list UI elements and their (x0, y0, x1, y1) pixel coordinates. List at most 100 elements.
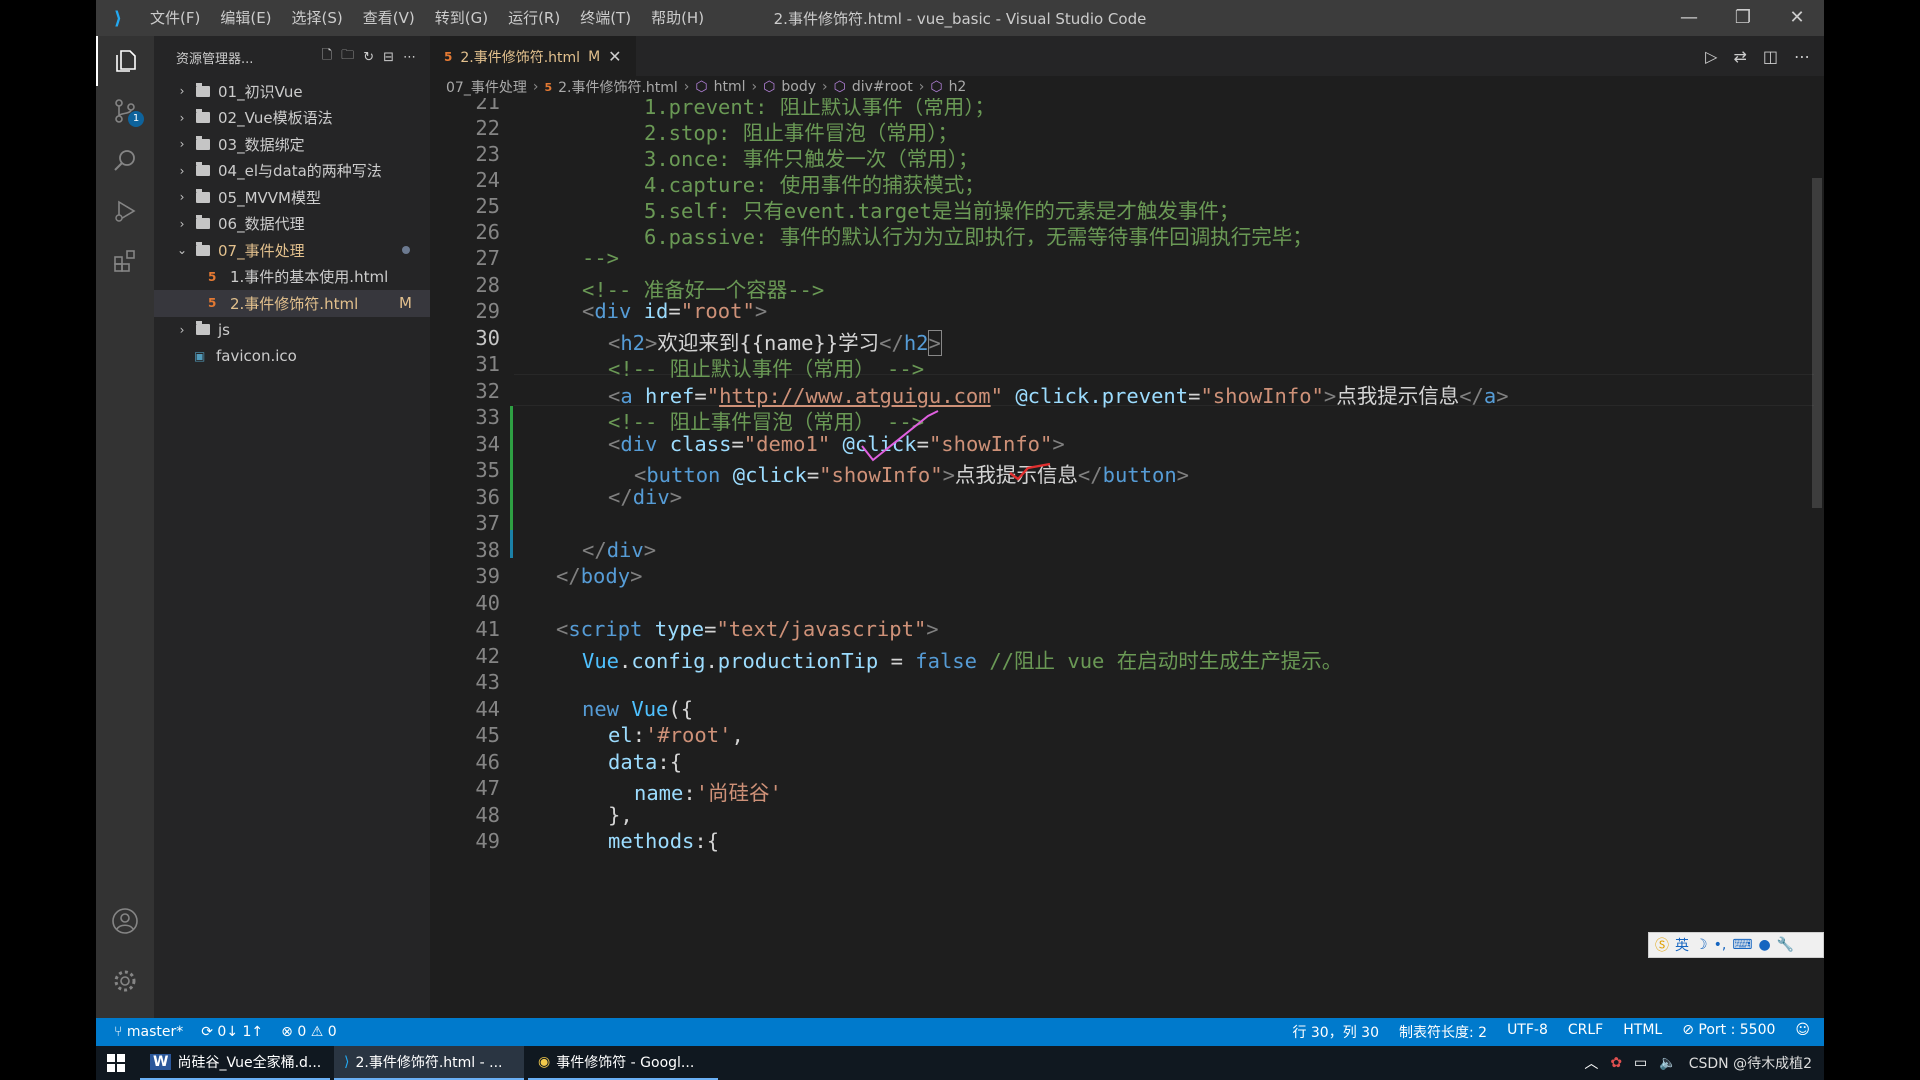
explorer-title: 资源管理器... (176, 51, 254, 67)
window-controls: — ❐ ✕ (1662, 0, 1824, 36)
wrench-icon[interactable]: 🔧 (1777, 937, 1794, 953)
editor-actions: ▷ ⇄ ◫ ⋯ (1705, 36, 1810, 76)
tree-file-1[interactable]: 5 1.事件的基本使用.html (154, 264, 430, 291)
volume-icon[interactable]: 🔈 (1659, 1055, 1676, 1071)
keyboard-icon[interactable]: ⌨ (1732, 937, 1752, 953)
menu-file[interactable]: 文件(F) (140, 0, 210, 36)
folder-icon (196, 135, 210, 150)
close-tab-icon[interactable]: ✕ (608, 47, 621, 66)
tree-folder-07[interactable]: ⌄ 07_事件处理 (154, 237, 430, 264)
tray-app-icon[interactable]: ✿ (1610, 1055, 1622, 1071)
taskbar-vscode[interactable]: ⟩ 2.事件修饰符.html - ... (334, 1046, 524, 1080)
explorer-sidebar: 资源管理器... 🗋 🗀 ↻ ⊟ ⋯ › 01_初识Vue › 02_Vue模板语法… (154, 36, 430, 1018)
html5-icon: 5 (444, 49, 453, 64)
language-mode[interactable]: HTML (1623, 1022, 1662, 1042)
punct-icon[interactable]: •, (1714, 937, 1727, 953)
vscode-window: ⟩ 文件(F) 编辑(E) 选择(S) 查看(V) 转到(G) 运行(R) 终端… (96, 0, 1824, 1046)
restore-button[interactable]: ❐ (1716, 0, 1770, 36)
ime-language[interactable]: 英 (1675, 935, 1689, 955)
collapse-all-icon[interactable]: ⊟ (383, 50, 394, 65)
encoding[interactable]: UTF-8 (1507, 1022, 1548, 1042)
tree-folder-06[interactable]: › 06_数据代理 (154, 211, 430, 238)
run-debug-icon[interactable] (96, 186, 154, 236)
symbol-icon: ⬡ (930, 79, 943, 95)
user-icon[interactable]: ● (1759, 937, 1771, 953)
explorer-icon[interactable] (96, 36, 154, 86)
branch-status[interactable]: ⑂ master* (114, 1024, 183, 1040)
settings-gear-icon[interactable] (96, 956, 154, 1006)
account-icon[interactable] (96, 896, 154, 946)
minimize-button[interactable]: — (1662, 0, 1716, 36)
run-icon[interactable]: ▷ (1705, 47, 1717, 66)
word-icon: W (150, 1054, 172, 1070)
breadcrumb-folder[interactable]: 07_事件处理 (446, 77, 527, 97)
chevron-right-icon: › (179, 163, 185, 178)
symbol-icon: ⬡ (763, 79, 776, 95)
tree-file-favicon[interactable]: ▣ favicon.ico (154, 343, 430, 370)
breadcrumb-h2[interactable]: h2 (949, 79, 967, 95)
menu-help[interactable]: 帮助(H) (641, 0, 714, 36)
tree-folder-01[interactable]: › 01_初识Vue (154, 78, 430, 105)
breadcrumb-body[interactable]: body (781, 79, 816, 95)
taskbar: W 尚硅谷_Vue全家桶.d... ⟩ 2.事件修饰符.html - ... ◉ 事件… (96, 1046, 1824, 1080)
refresh-icon[interactable]: ↻ (363, 50, 374, 65)
tab-2-event-modifiers[interactable]: 5 2.事件修饰符.html M ✕ (430, 36, 636, 76)
source-control-icon[interactable]: 1 (96, 86, 154, 136)
tree-folder-js[interactable]: › js (154, 317, 430, 344)
vertical-scrollbar[interactable] (1810, 98, 1824, 1018)
windows-start-icon[interactable] (96, 1054, 136, 1072)
explorer-header: 资源管理器... 🗋 🗀 ↻ ⊟ ⋯ (154, 36, 430, 78)
pen-annotation (861, 410, 1051, 481)
system-tray: ︿ ✿ ▭ 🔈 CSDN @待木成植2 (1584, 1053, 1824, 1073)
extensions-icon[interactable] (96, 236, 154, 286)
status-bar: ⑂ master* ⟳ 0↓ 1↑ ⊗ 0 ⚠ 0 行 30，列 30 制表符长… (96, 1018, 1824, 1046)
breadcrumb-file[interactable]: 2.事件修饰符.html (558, 77, 678, 97)
chevron-right-icon: › (179, 216, 185, 231)
close-window-button[interactable]: ✕ (1770, 0, 1824, 36)
line-ending[interactable]: CRLF (1568, 1022, 1603, 1042)
problems-status[interactable]: ⊗ 0 ⚠ 0 (281, 1024, 336, 1040)
ime-toolbar[interactable]: Ⓢ 英 ☽ •, ⌨ ● 🔧 (1648, 932, 1824, 958)
new-folder-icon[interactable]: 🗀 (341, 46, 354, 68)
tree-folder-02[interactable]: › 02_Vue模板语法 (154, 105, 430, 132)
watermark-text: CSDN @待木成植2 (1688, 1056, 1812, 1072)
chevron-down-icon: ⌄ (176, 243, 188, 258)
more-actions-icon[interactable]: ⋯ (403, 50, 416, 65)
tree-folder-05[interactable]: › 05_MVVM模型 (154, 184, 430, 211)
more-icon[interactable]: ⋯ (1794, 47, 1810, 66)
image-file-icon: ▣ (194, 349, 206, 364)
code-editor[interactable]: 21 22 23 24 25 26 27 28 29 30 31 32 33 3… (430, 98, 1824, 1018)
split-editor-icon[interactable]: ◫ (1763, 47, 1778, 66)
sync-status[interactable]: ⟳ 0↓ 1↑ (201, 1024, 263, 1040)
new-file-icon[interactable]: 🗋 (322, 46, 332, 68)
folder-icon (196, 215, 210, 230)
compare-changes-icon[interactable]: ⇄ (1733, 47, 1746, 66)
feedback-icon[interactable]: ☺ (1795, 1022, 1810, 1042)
title-bar: ⟩ 文件(F) 编辑(E) 选择(S) 查看(V) 转到(G) 运行(R) 终端… (96, 0, 1824, 36)
menu-go[interactable]: 转到(G) (425, 0, 498, 36)
folder-icon (196, 82, 210, 97)
menu-run[interactable]: 运行(R) (498, 0, 570, 36)
battery-icon[interactable]: ▭ (1634, 1055, 1647, 1071)
menu-selection[interactable]: 选择(S) (282, 0, 353, 36)
menu-terminal[interactable]: 终端(T) (570, 0, 641, 36)
menu-edit[interactable]: 编辑(E) (210, 0, 281, 36)
taskbar-word[interactable]: W 尚硅谷_Vue全家桶.d... (140, 1046, 330, 1080)
breadcrumb-html[interactable]: html (714, 79, 746, 95)
tree-folder-04[interactable]: › 04_el与data的两种写法 (154, 158, 430, 185)
folder-icon (196, 109, 210, 124)
folder-icon (196, 188, 210, 203)
taskbar-chrome[interactable]: ◉ 事件修饰符 - Googl... (528, 1046, 718, 1080)
moon-icon[interactable]: ☽ (1695, 937, 1708, 953)
cursor-position[interactable]: 行 30，列 30 (1292, 1022, 1379, 1042)
symbol-icon: ⬡ (695, 79, 708, 95)
search-icon[interactable] (96, 136, 154, 186)
chevron-up-icon[interactable]: ︿ (1584, 1053, 1598, 1073)
tree-file-2[interactable]: 5 2.事件修饰符.html M (154, 290, 430, 317)
tree-folder-03[interactable]: › 03_数据绑定 (154, 131, 430, 158)
live-server-port[interactable]: ⊘ Port : 5500 (1682, 1022, 1775, 1042)
chrome-icon: ◉ (538, 1054, 551, 1070)
tab-size[interactable]: 制表符长度: 2 (1399, 1022, 1487, 1042)
menu-view[interactable]: 查看(V) (353, 0, 425, 36)
breadcrumb-div-root[interactable]: div#root (852, 79, 913, 95)
